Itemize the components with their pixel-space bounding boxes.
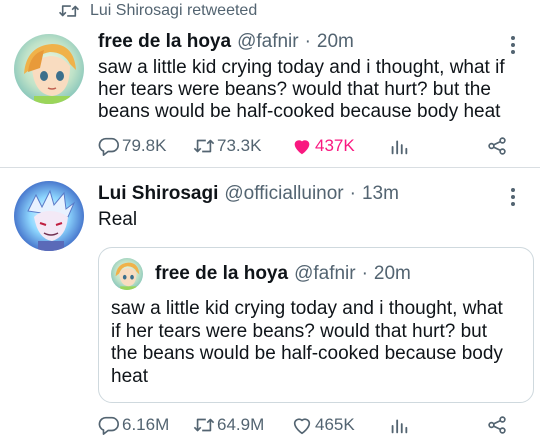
display-name[interactable]: Lui Shirosagi <box>98 183 218 205</box>
retweet-button[interactable]: 73.3K <box>193 135 261 157</box>
share-icon <box>488 137 506 155</box>
retweet-button[interactable]: 64.9M <box>193 414 264 436</box>
analytics-button[interactable] <box>388 414 410 436</box>
tweet-header: Lui Shirosagi @officialluinor · 13m <box>98 183 399 205</box>
more-options-icon[interactable] <box>510 36 516 54</box>
analytics-button[interactable] <box>388 135 410 157</box>
tweet-divider <box>0 167 540 168</box>
retweet-count: 64.9M <box>217 415 265 434</box>
heart-outline-icon <box>293 418 311 435</box>
avatar[interactable] <box>14 181 84 251</box>
timeline: Lui Shirosagi retweeted free de la hoya … <box>0 0 540 445</box>
reply-count: 6.16M <box>122 415 170 434</box>
share-button[interactable] <box>486 135 508 157</box>
like-count: 437K <box>315 136 355 155</box>
tweet[interactable]: Lui Shirosagi @officialluinor · 13m Real <box>0 172 540 445</box>
quoted-tweet-text: saw a little kid crying today and i thou… <box>111 298 503 387</box>
quoted-user-handle: @fafnir <box>294 263 356 284</box>
display-name[interactable]: free de la hoya <box>98 31 231 53</box>
share-icon <box>488 416 506 434</box>
tweet-actions: 79.8K 73.3K 437K <box>98 135 518 159</box>
retweet-icon <box>193 139 215 153</box>
reply-count: 79.8K <box>122 136 167 155</box>
user-handle[interactable]: @officialluinor <box>224 183 343 205</box>
tweet-text: Real <box>98 209 138 230</box>
tweet-actions: 6.16M 64.9M 465K <box>98 414 518 438</box>
tweet-header: free de la hoya @fafnir · 20m <box>98 31 354 53</box>
share-button[interactable] <box>486 414 508 436</box>
reply-icon <box>98 416 119 435</box>
avatar-image <box>14 181 84 251</box>
reply-icon <box>98 137 119 156</box>
quoted-tweet-header: free de la hoya @fafnir · 20m <box>155 263 411 285</box>
reply-button[interactable]: 79.8K <box>98 135 166 157</box>
heart-filled-icon <box>294 140 310 155</box>
quoted-tweet[interactable]: free de la hoya @fafnir · 20m saw a litt… <box>98 247 534 403</box>
quoted-avatar[interactable] <box>111 258 143 290</box>
quoted-display-name: free de la hoya <box>155 263 289 284</box>
retweet-banner-text: Lui Shirosagi retweeted <box>90 2 258 19</box>
timestamp[interactable]: 20m <box>317 31 354 53</box>
retweet-banner[interactable]: Lui Shirosagi retweeted <box>58 2 257 20</box>
like-button[interactable]: 437K <box>291 135 355 157</box>
like-button[interactable]: 465K <box>291 414 355 436</box>
reply-button[interactable]: 6.16M <box>98 414 169 436</box>
quoted-timestamp: 20m <box>373 263 411 284</box>
retweet-count: 73.3K <box>217 136 262 155</box>
user-handle[interactable]: @fafnir <box>237 31 299 53</box>
separator-dot: · <box>304 31 311 52</box>
avatar[interactable] <box>14 34 84 104</box>
separator-dot: · <box>361 263 368 284</box>
like-count: 465K <box>315 415 355 434</box>
retweet-icon <box>193 418 215 432</box>
timestamp[interactable]: 13m <box>362 183 399 205</box>
analytics-icon <box>391 419 408 434</box>
tweet-text: saw a little kid crying today and i thou… <box>98 57 505 122</box>
retweet-icon <box>58 5 80 17</box>
separator-dot: · <box>349 183 356 204</box>
avatar-image <box>111 258 143 290</box>
tweet[interactable]: free de la hoya @fafnir · 20m saw a litt… <box>0 26 540 167</box>
avatar-image <box>14 34 84 104</box>
analytics-icon <box>391 140 408 155</box>
more-options-icon[interactable] <box>510 188 516 206</box>
